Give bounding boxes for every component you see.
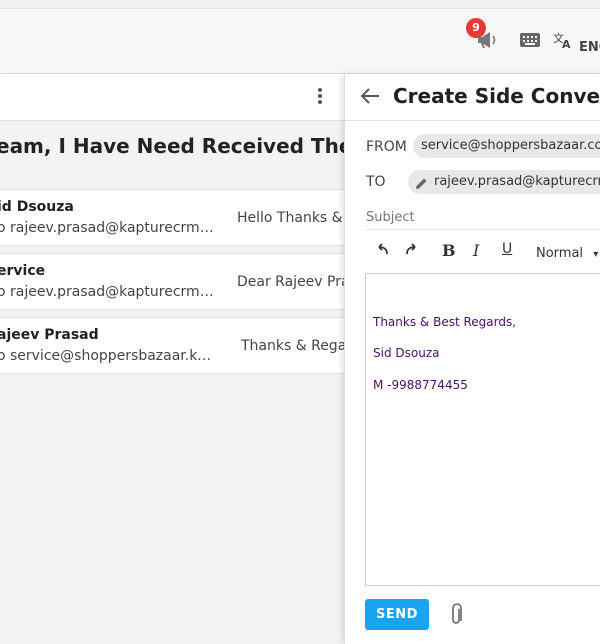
underline-icon[interactable]: U (502, 241, 512, 257)
translate-icon[interactable]: 文 A (553, 31, 573, 53)
svg-text:A: A (562, 38, 571, 49)
editor-toolbar: B I U Normal ▾ (366, 237, 600, 267)
top-bar: 9 文 A ENG (0, 8, 600, 73)
conversation-pane: eam, I Have Need Received The Cou id Dso… (0, 74, 402, 644)
thread-item[interactable]: ajeev Prasad o service@shoppersbazaar.ka… (0, 317, 344, 374)
chevron-down-icon: ▾ (593, 249, 599, 260)
thread-recipient: o rajeev.prasad@kapturecrm.co... (0, 284, 217, 300)
side-conversation-panel: Create Side Conversa FROM service@shoppe… (344, 74, 600, 644)
subject-input[interactable] (366, 205, 600, 230)
from-chip[interactable]: service@shoppersbazaar.com (413, 134, 600, 158)
thread-preview: Hello Thanks & B (237, 210, 344, 226)
undo-icon[interactable] (375, 242, 389, 260)
to-chip[interactable]: rajeev.prasad@kapturecrm. (408, 170, 600, 194)
attachment-icon[interactable] (449, 603, 463, 631)
keyboard-icon[interactable] (519, 32, 541, 52)
format-select[interactable]: Normal ▾ (536, 246, 598, 261)
italic-icon[interactable]: I (473, 241, 479, 260)
thread-recipient: o service@shoppersbazaar.kapd... (0, 348, 217, 364)
send-button[interactable]: SEND (365, 599, 429, 630)
edit-pencil-icon[interactable] (415, 175, 428, 194)
to-value: rajeev.prasad@kapturecrm. (434, 174, 600, 189)
format-select-value: Normal (536, 246, 584, 261)
back-arrow-icon[interactable] (359, 86, 381, 110)
message-editor[interactable]: Thanks & Best Regards, Sid Dsouza M -998… (365, 273, 600, 586)
thread-sender: ajeev Prasad (0, 327, 99, 343)
thread-sender: id Dsouza (0, 199, 74, 215)
bold-icon[interactable]: B (442, 241, 456, 260)
thread-preview: Thanks & Regar (241, 338, 344, 354)
signature-line: Sid Dsouza (373, 346, 440, 360)
signature-line: M -9988774455 (373, 378, 468, 392)
to-label: TO (366, 174, 386, 190)
conversation-header (0, 74, 344, 121)
thread-sender: ervice (0, 263, 46, 279)
notification-badge: 9 (466, 18, 486, 38)
thread-recipient: o rajeev.prasad@kapturecrm.co... (0, 220, 217, 236)
redo-icon[interactable] (405, 242, 419, 260)
language-selector[interactable]: ENG (579, 40, 600, 55)
panel-header: Create Side Conversa (345, 74, 600, 121)
conversation-subject: eam, I Have Need Received The Cou (0, 134, 402, 158)
more-options-icon[interactable] (314, 86, 326, 110)
thread-item[interactable]: id Dsouza o rajeev.prasad@kapturecrm.co.… (0, 189, 344, 246)
thread-item[interactable]: ervice o rajeev.prasad@kapturecrm.co... … (0, 253, 344, 310)
thread-preview: Dear Rajeev Pras (237, 274, 344, 290)
signature-line: Thanks & Best Regards, (373, 315, 517, 329)
panel-title: Create Side Conversa (393, 84, 600, 108)
from-label: FROM (366, 139, 407, 155)
